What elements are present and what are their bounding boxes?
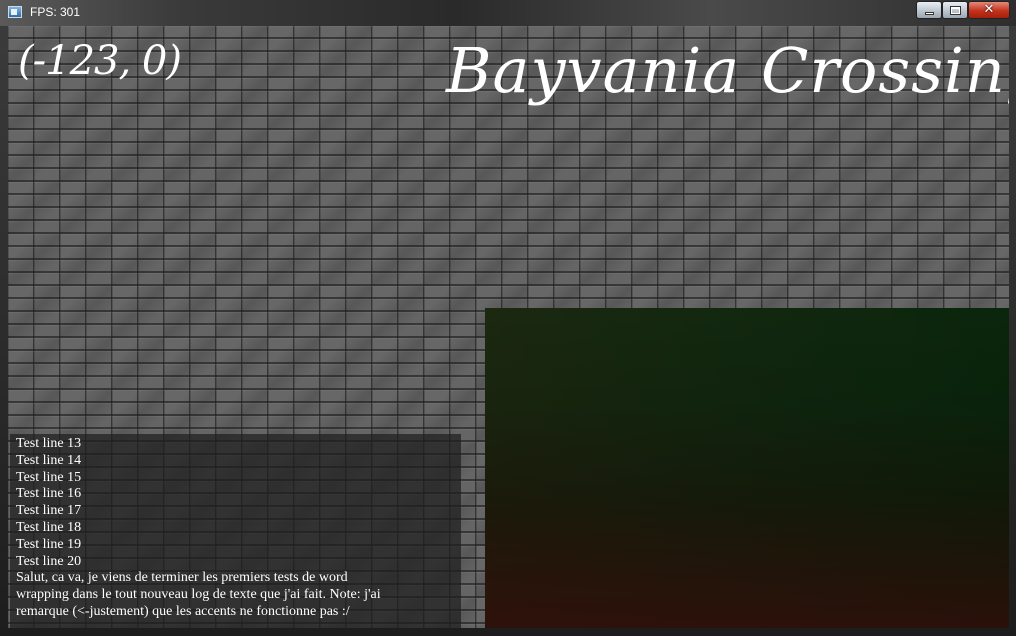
log-line: Salut, ca va, je viens de terminer les p… [16,570,348,586]
coordinates-readout: (-123, 0) [18,38,182,84]
game-viewport[interactable]: (-123, 0) Bayvania Crossing Test line 13… [8,26,1009,628]
text-log-console: Test line 13 Test line 14 Test line 15 T… [10,434,461,628]
log-line: Test line 19 [16,536,82,552]
maximize-icon [950,6,961,15]
minimap-panel [485,308,1009,628]
logo-text: Bayvania Crossing [446,34,1009,107]
minimize-button[interactable] [916,1,942,19]
log-line: Test line 20 [16,553,82,569]
close-button[interactable]: ✕ [968,1,1010,19]
game-logo: Bayvania Crossing [446,34,1009,134]
log-line: wrapping dans le tout nouveau log de tex… [16,587,381,603]
maximize-button[interactable] [942,1,968,19]
close-icon: ✕ [983,2,995,17]
log-line: Test line 15 [16,469,82,485]
minimize-icon [925,12,934,15]
log-line: Test line 14 [16,452,82,468]
log-line: Test line 18 [16,519,82,535]
window-title: FPS: 301 [30,5,81,19]
app-icon[interactable] [8,6,22,18]
log-line: Test line 13 [16,436,82,451]
log-line: Test line 16 [16,486,82,502]
log-line: Test line 17 [16,503,82,519]
title-bar[interactable]: FPS: 301 ✕ [0,0,1016,26]
game-window: FPS: 301 ✕ (-123, 0) Bayvania Crossing T… [0,0,1016,636]
log-line: remarque (<-justement) que les accents n… [16,603,350,619]
